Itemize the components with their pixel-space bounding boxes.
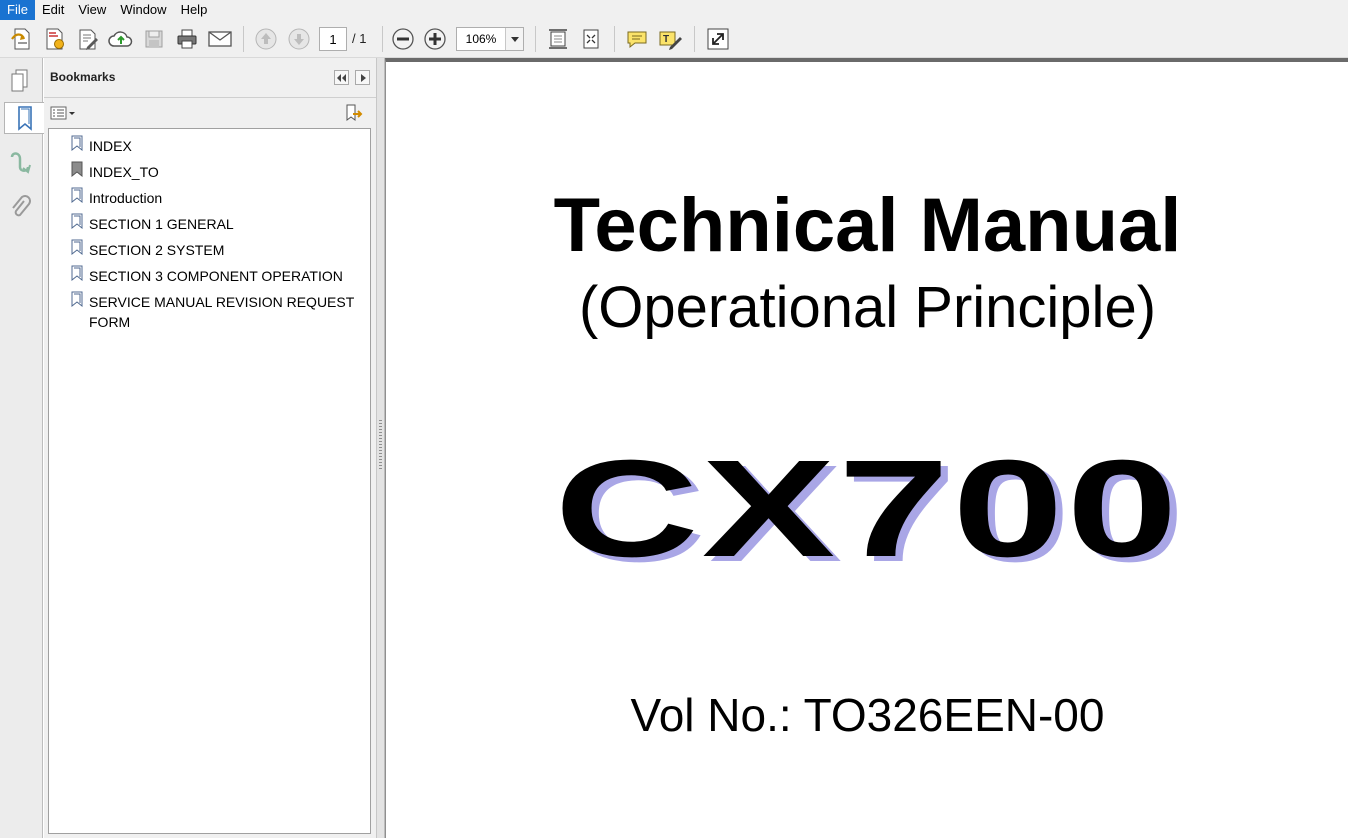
zoom-out-button[interactable] bbox=[389, 25, 417, 53]
cloud-upload-icon bbox=[108, 31, 133, 47]
fit-width-button[interactable] bbox=[577, 25, 605, 53]
envelope-icon bbox=[208, 31, 232, 47]
combine-files-button[interactable] bbox=[41, 25, 69, 53]
page-thumbnails-icon bbox=[11, 69, 28, 92]
bookmark-item-index[interactable]: INDEX bbox=[49, 135, 369, 157]
document-title: Technical Manual bbox=[553, 183, 1182, 268]
bookmark-label: SECTION 1 GENERAL bbox=[89, 216, 234, 232]
bookmarks-header: Bookmarks bbox=[44, 58, 376, 98]
bookmarks-title: Bookmarks bbox=[50, 70, 116, 84]
combine-icon bbox=[46, 28, 64, 50]
bookmark-icon bbox=[71, 291, 83, 307]
edit-pdf-button[interactable] bbox=[74, 25, 102, 53]
bookmark-icon bbox=[71, 265, 83, 281]
bookmark-item-section-3[interactable]: SECTION 3 COMPONENT OPERATION bbox=[49, 265, 369, 287]
fit-window-icon bbox=[583, 29, 599, 49]
toolbar-separator bbox=[614, 26, 615, 52]
expand-bookmark-button[interactable] bbox=[344, 104, 364, 122]
menu-window[interactable]: Window bbox=[113, 0, 173, 20]
options-list-icon bbox=[50, 106, 75, 120]
zoom-in-button[interactable] bbox=[421, 25, 449, 53]
bookmark-icon bbox=[71, 187, 83, 203]
page-thumbnails-button[interactable] bbox=[5, 64, 35, 96]
bookmark-label: SERVICE MANUAL REVISION REQUEST FORM bbox=[89, 294, 355, 330]
bookmark-expand-icon bbox=[346, 104, 363, 121]
comment-button[interactable] bbox=[623, 25, 651, 53]
bookmark-icon bbox=[71, 161, 83, 177]
zoom-select[interactable]: 106% bbox=[456, 27, 524, 51]
scroll-mode-button[interactable] bbox=[544, 25, 572, 53]
toolbar-separator bbox=[694, 26, 695, 52]
chevron-right-icon bbox=[360, 73, 366, 82]
navigation-pane bbox=[0, 58, 44, 838]
page-total: / 1 bbox=[352, 31, 367, 46]
bookmark-item-introduction[interactable]: Introduction bbox=[49, 187, 369, 209]
bookmark-options-dropdown[interactable] bbox=[50, 105, 76, 121]
signatures-button[interactable] bbox=[5, 148, 35, 180]
highlight-text-icon: T bbox=[659, 31, 682, 50]
bookmark-icon bbox=[71, 239, 83, 255]
menu-view[interactable]: View bbox=[71, 0, 113, 20]
bookmark-label: SECTION 3 COMPONENT OPERATION bbox=[89, 268, 343, 284]
bookmark-label: INDEX bbox=[89, 138, 132, 154]
bookmark-label: INDEX_TO bbox=[89, 164, 159, 180]
full-screen-button[interactable] bbox=[704, 25, 732, 53]
speech-bubble-icon bbox=[627, 31, 647, 49]
document-subtitle: (Operational Principle) bbox=[578, 275, 1157, 340]
previous-page-button[interactable] bbox=[252, 25, 280, 53]
bookmark-label: SECTION 2 SYSTEM bbox=[89, 242, 225, 258]
print-button[interactable] bbox=[173, 25, 201, 53]
create-pdf-icon bbox=[11, 28, 30, 50]
create-pdf-button[interactable] bbox=[8, 25, 36, 53]
double-chevron-left-icon bbox=[337, 73, 346, 82]
document-volume-number: Vol No.: TO326EEN-00 bbox=[630, 689, 1105, 741]
upload-cloud-button[interactable] bbox=[107, 25, 135, 53]
next-page-button[interactable] bbox=[285, 25, 313, 53]
highlight-text-button[interactable]: T bbox=[656, 25, 684, 53]
menu-edit[interactable]: Edit bbox=[35, 0, 71, 20]
bookmark-item-section-2[interactable]: SECTION 2 SYSTEM bbox=[49, 239, 369, 261]
bookmark-icon bbox=[71, 135, 83, 151]
toolbar: / 1 106% T bbox=[0, 20, 1348, 58]
collapse-panel-button[interactable] bbox=[334, 70, 349, 85]
menu-help[interactable]: Help bbox=[174, 0, 215, 20]
bookmarks-options-bar bbox=[44, 99, 376, 127]
arrow-up-circle-icon bbox=[255, 28, 277, 50]
minus-circle-icon bbox=[392, 28, 414, 50]
toolbar-separator bbox=[535, 26, 536, 52]
panel-options-button[interactable] bbox=[355, 70, 370, 85]
signature-icon bbox=[10, 152, 31, 174]
save-icon bbox=[145, 30, 163, 48]
save-button[interactable] bbox=[140, 25, 168, 53]
menu-bar: File Edit View Window Help bbox=[0, 0, 1348, 20]
zoom-value: 106% bbox=[465, 32, 497, 46]
arrow-down-circle-icon bbox=[288, 28, 310, 50]
bookmark-item-index-to[interactable]: INDEX_TO bbox=[49, 161, 369, 183]
page-number-input[interactable] bbox=[319, 27, 347, 51]
document-view[interactable]: Technical Manual (Operational Principle)… bbox=[385, 58, 1348, 838]
bookmark-item-section-1[interactable]: SECTION 1 GENERAL bbox=[49, 213, 369, 235]
bookmarks-panel-button[interactable] bbox=[4, 102, 44, 134]
document-model: CX700 bbox=[554, 432, 1181, 586]
bookmark-item-revision-request[interactable]: SERVICE MANUAL REVISION REQUEST FORM bbox=[49, 291, 369, 333]
svg-text:T: T bbox=[663, 34, 669, 45]
expand-icon bbox=[707, 28, 729, 50]
bookmark-label: Introduction bbox=[89, 190, 163, 206]
attachments-button[interactable] bbox=[5, 192, 35, 224]
print-icon bbox=[177, 29, 197, 49]
edit-pdf-icon bbox=[79, 29, 98, 50]
fit-page-icon bbox=[549, 29, 567, 49]
plus-circle-icon bbox=[424, 28, 446, 50]
toolbar-separator bbox=[382, 26, 383, 52]
email-button[interactable] bbox=[206, 25, 234, 53]
chevron-down-icon[interactable] bbox=[505, 28, 523, 50]
paperclip-icon bbox=[12, 195, 31, 217]
menu-file[interactable]: File bbox=[0, 0, 35, 20]
bookmark-icon bbox=[71, 213, 83, 229]
bookmark-ribbon-icon bbox=[17, 106, 32, 131]
toolbar-separator bbox=[243, 26, 244, 52]
